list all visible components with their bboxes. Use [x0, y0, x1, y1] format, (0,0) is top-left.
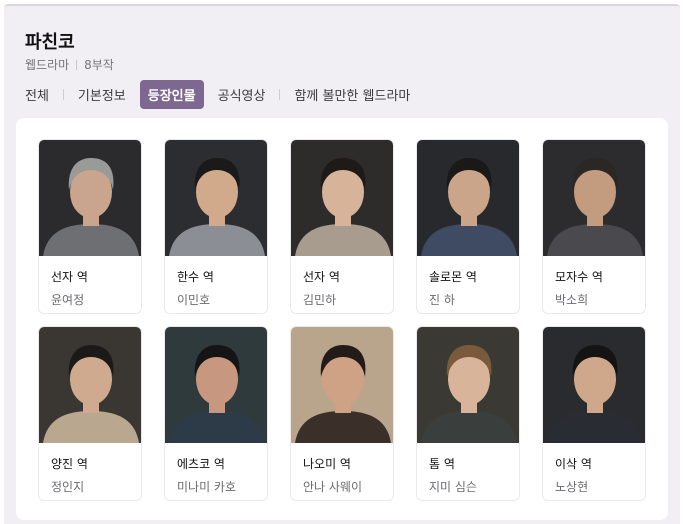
- tab-all[interactable]: 전체: [25, 85, 49, 104]
- cast-section: 선자 역 윤여정 한수 역 이민호 선자 역 김민하 솔로몬 역진 하 모자수 역 박소희 양진 …: [16, 118, 668, 520]
- role-name[interactable]: 솔로몬 역: [429, 268, 519, 285]
- tab-divider: [279, 88, 281, 100]
- actor-photo[interactable]: [39, 327, 141, 443]
- role-name[interactable]: 한수 역: [177, 268, 267, 285]
- genre-label: 웹드라마: [25, 58, 70, 72]
- show-info-panel: 파친코 웹드라마 8부작 전체 기본정보 등장인물 공식영상 함께 볼만한 웹드…: [4, 4, 680, 524]
- role-name[interactable]: 이삭 역: [555, 455, 645, 472]
- role-name[interactable]: 모자수 역: [555, 268, 645, 285]
- show-meta: 웹드라마 8부작: [25, 56, 114, 73]
- role-name[interactable]: 톰 역: [429, 455, 519, 472]
- actor-photo[interactable]: [291, 140, 393, 256]
- actor-photo[interactable]: [291, 327, 393, 443]
- cast-card[interactable]: 양진 역정인지: [38, 326, 142, 501]
- cast-card[interactable]: 에츠코 역미나미 카호: [164, 326, 268, 501]
- role-name[interactable]: 선자 역: [51, 268, 141, 285]
- actor-name[interactable]: 이민호: [177, 291, 267, 308]
- episode-count: 8부작: [84, 58, 114, 72]
- tab-basic-info[interactable]: 기본정보: [78, 85, 126, 104]
- cast-card[interactable]: 한수 역이민호: [164, 139, 268, 314]
- show-title[interactable]: 파친코: [25, 28, 75, 54]
- cast-card[interactable]: 나오미 역안나 사웨이: [290, 326, 394, 501]
- cast-card[interactable]: 이삭 역노상현: [542, 326, 646, 501]
- actor-name[interactable]: 노상현: [555, 478, 645, 495]
- actor-name[interactable]: 미나미 카호: [177, 478, 267, 495]
- cast-grid: 선자 역 윤여정 한수 역 이민호 선자 역 김민하 솔로몬 역진 하 모자수 역 박소희 양진 …: [38, 139, 646, 501]
- cast-card[interactable]: 톰 역지미 심슨: [416, 326, 520, 501]
- actor-name[interactable]: 정인지: [51, 478, 141, 495]
- role-name[interactable]: 양진 역: [51, 455, 141, 472]
- actor-name[interactable]: 지미 심슨: [429, 478, 519, 495]
- role-name[interactable]: 선자 역: [303, 268, 393, 285]
- meta-divider: [76, 59, 78, 70]
- actor-photo[interactable]: [543, 327, 645, 443]
- actor-name[interactable]: 박소희: [555, 291, 645, 308]
- role-name[interactable]: 에츠코 역: [177, 455, 267, 472]
- tab-divider: [62, 88, 64, 100]
- cast-card[interactable]: 선자 역윤여정: [38, 139, 142, 314]
- cast-card[interactable]: 선자 역김민하: [290, 139, 394, 314]
- role-name[interactable]: 나오미 역: [303, 455, 393, 472]
- actor-photo[interactable]: [165, 140, 267, 256]
- tab-bar: 전체 기본정보 등장인물 공식영상 함께 볼만한 웹드라마: [25, 79, 410, 109]
- cast-card[interactable]: 솔로몬 역진 하: [416, 139, 520, 314]
- actor-name[interactable]: 안나 사웨이: [303, 478, 393, 495]
- actor-photo[interactable]: [417, 140, 519, 256]
- actor-name[interactable]: 김민하: [303, 291, 393, 308]
- actor-name[interactable]: 진 하: [429, 291, 519, 308]
- actor-photo[interactable]: [543, 140, 645, 256]
- tab-cast[interactable]: 등장인물: [139, 79, 204, 109]
- actor-photo[interactable]: [39, 140, 141, 256]
- actor-name[interactable]: 윤여정: [51, 291, 141, 308]
- tab-related-dramas[interactable]: 함께 볼만한 웹드라마: [294, 85, 410, 104]
- cast-card[interactable]: 모자수 역박소희: [542, 139, 646, 314]
- tab-official-video[interactable]: 공식영상: [218, 85, 266, 104]
- actor-photo[interactable]: [417, 327, 519, 443]
- actor-photo[interactable]: [165, 327, 267, 443]
